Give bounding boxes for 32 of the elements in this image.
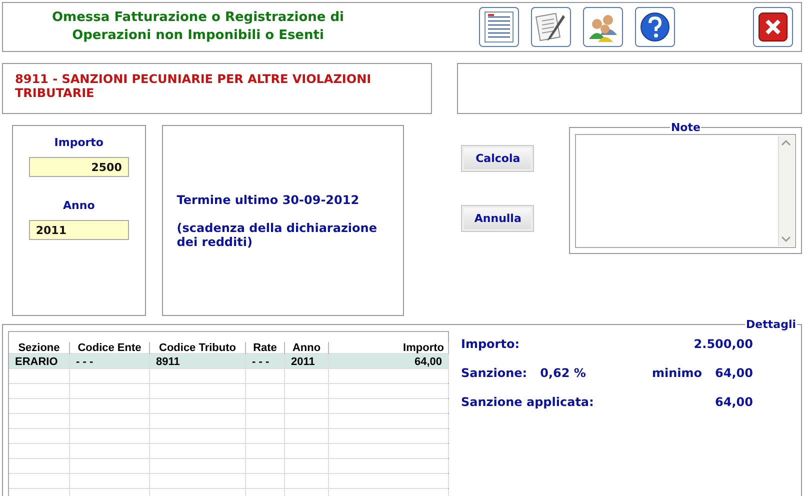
- field-label: Importo: [54, 136, 104, 149]
- deadline-text: Termine ultimo 30-09-2012: [176, 192, 360, 206]
- toolbar-button[interactable]: [479, 7, 519, 47]
- group-title: Dettagli: [745, 318, 797, 331]
- toolbar-button[interactable]: [531, 7, 571, 47]
- document-pen-icon: [535, 11, 567, 43]
- field-label: Anno: [63, 199, 95, 212]
- help-icon: [639, 11, 671, 43]
- scrollbar[interactable]: [778, 136, 794, 246]
- toolbar-button[interactable]: [635, 7, 675, 47]
- detail-value: 64,00: [715, 395, 753, 409]
- toolbar-button[interactable]: [583, 7, 623, 47]
- table-row[interactable]: ERARIO - - - 8911 - - - 2011 64,00: [9, 354, 448, 369]
- input-field[interactable]: 2011: [28, 220, 129, 240]
- deadline-note: (scadenza della dichiarazione dei redditi): [176, 220, 378, 248]
- detail-value: 2.500,00: [694, 337, 753, 351]
- input-field[interactable]: 2500: [28, 157, 129, 177]
- detail-value: 0,62 %: [540, 366, 586, 380]
- close-button[interactable]: [753, 7, 793, 47]
- detail-label: Sanzione applicata:: [461, 395, 594, 409]
- close-icon: [758, 12, 788, 42]
- detail-label: minimo: [652, 366, 702, 380]
- form-icon: [484, 11, 514, 43]
- detail-label: Sanzione:: [461, 366, 528, 380]
- group-title: Note: [670, 121, 702, 134]
- window-title: Omessa Fatturazione o Registrazione di Operazioni non Imponibili o Esenti: [51, 9, 345, 45]
- action-button[interactable]: Annulla: [461, 205, 534, 232]
- detail-label: Importo:: [461, 337, 520, 351]
- note-field[interactable]: [575, 134, 796, 248]
- action-button[interactable]: Calcola: [461, 145, 534, 172]
- detail-value: 64,00: [715, 366, 753, 380]
- tax-code-title: 8911 - SANZIONI PECUNIARIE PER ALTRE VIOLAZIONI TRIBUTARIE: [2, 63, 432, 114]
